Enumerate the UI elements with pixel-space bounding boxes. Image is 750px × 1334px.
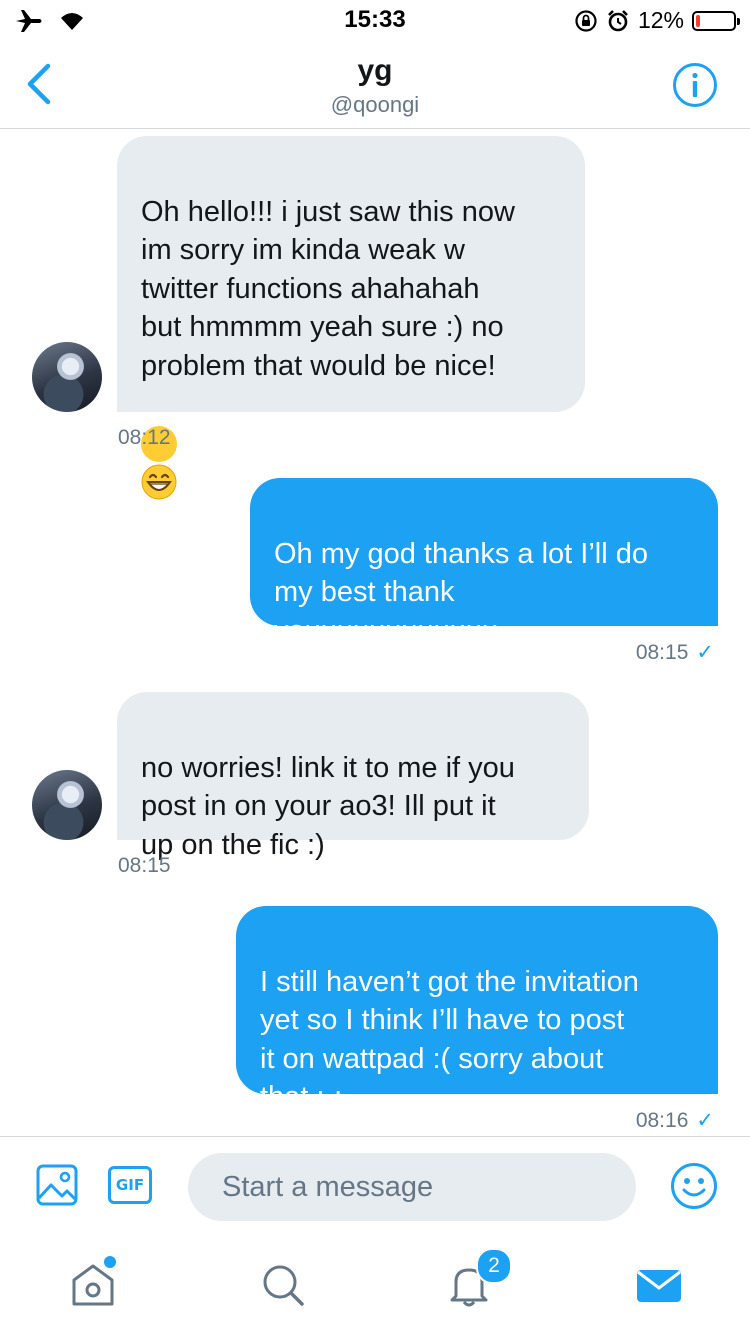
bottom-tab-bar: 2 [0, 1236, 750, 1334]
message-text: no worries! link it to me if you post in… [141, 751, 515, 861]
message-timestamp: 08:12 [118, 426, 171, 449]
message-timestamp: 08:16 ✓ [635, 1109, 714, 1132]
notifications-badge: 2 [476, 1248, 512, 1284]
conversation-header: yg @qoongi [0, 40, 750, 129]
alarm-icon [608, 9, 628, 31]
message-bubble-received[interactable]: Oh hello!!! i just saw this now im sorry… [117, 136, 585, 500]
avatar[interactable] [32, 342, 102, 412]
message-bubble-received[interactable]: no worries! link it to me if you post in… [117, 692, 589, 861]
conversation-name[interactable]: yg [0, 54, 750, 88]
message-text: Oh hello!!! i just saw this now im sorry… [141, 195, 515, 382]
search-icon[interactable] [256, 1258, 310, 1312]
image-attach-icon[interactable] [36, 1164, 78, 1206]
emoji-picker-icon[interactable] [670, 1162, 718, 1210]
message-timestamp: 08:15 ✓ [635, 641, 714, 664]
home-unread-dot [104, 1256, 116, 1268]
message-text: I still haven’t got the invitation yet s… [260, 965, 639, 1114]
read-check-icon: ✓ [696, 641, 714, 664]
avatar[interactable] [32, 770, 102, 840]
message-bubble-sent[interactable]: I still haven’t got the invitation yet s… [236, 906, 718, 1113]
battery-icon [692, 10, 740, 31]
rotation-lock-icon [575, 9, 597, 32]
messages-envelope-icon[interactable] [632, 1258, 686, 1312]
message-bubble-sent[interactable]: Oh my god thanks a lot I’ll do my best t… [250, 478, 718, 647]
message-input[interactable] [188, 1153, 636, 1221]
gif-button[interactable]: GIF [108, 1166, 152, 1204]
battery-percent: 12% [637, 7, 684, 33]
message-composer: GIF [0, 1136, 750, 1237]
read-check-icon: ✓ [696, 1109, 714, 1132]
status-bar: 15:33 12% [0, 0, 750, 40]
conversation-handle[interactable]: @qoongi [0, 92, 750, 118]
message-timestamp: 08:15 [118, 854, 171, 877]
info-icon[interactable] [672, 62, 718, 108]
message-text: Oh my god thanks a lot I’ll do my best t… [274, 537, 648, 647]
